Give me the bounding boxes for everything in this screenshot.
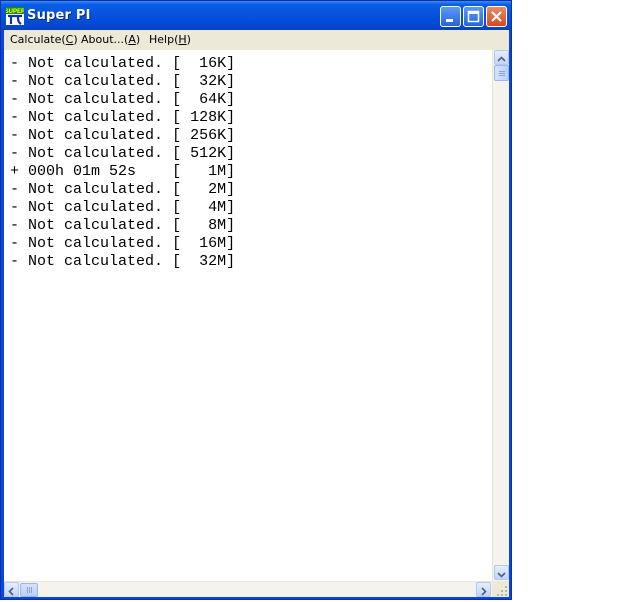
result-size: 16M bbox=[199, 235, 227, 252]
result-size: 32M bbox=[199, 253, 227, 270]
result-text: Not calculated. bbox=[28, 181, 164, 198]
result-line: - Not calculated. [ 2M] bbox=[10, 181, 236, 198]
result-status: - bbox=[10, 109, 20, 126]
menu-about[interactable]: About...(A) bbox=[81, 33, 140, 46]
result-text: 000h 01m 52s bbox=[28, 163, 137, 180]
window-title: Super PI bbox=[27, 8, 91, 23]
minimize-icon bbox=[446, 19, 453, 22]
result-text: Not calculated. bbox=[28, 145, 164, 162]
result-status: + bbox=[10, 163, 20, 180]
close-button[interactable] bbox=[486, 6, 507, 27]
horizontal-scrollbar[interactable] bbox=[4, 581, 492, 597]
result-text: Not calculated. bbox=[28, 73, 164, 90]
result-text: Not calculated. bbox=[28, 127, 164, 144]
result-size: 8M bbox=[208, 217, 227, 234]
result-status: - bbox=[10, 127, 20, 144]
result-size: 256K bbox=[190, 127, 227, 144]
vertical-scroll-thumb[interactable] bbox=[494, 65, 509, 81]
maximize-icon bbox=[467, 10, 480, 23]
result-line: - Not calculated. [ 512K] bbox=[10, 145, 236, 162]
menu-calculate[interactable]: Calculate(C) bbox=[10, 33, 78, 46]
scroll-down-button[interactable] bbox=[494, 565, 509, 580]
scroll-right-button[interactable] bbox=[476, 582, 491, 597]
scroll-left-button[interactable] bbox=[4, 582, 19, 597]
result-size: 64K bbox=[199, 91, 227, 108]
result-size: 4M bbox=[208, 199, 227, 216]
scroll-up-button[interactable] bbox=[494, 50, 509, 65]
result-line: - Not calculated. [ 32K] bbox=[10, 73, 236, 90]
results-list: - Not calculated. [ 16K] - Not calculate… bbox=[4, 50, 492, 271]
result-status: - bbox=[10, 181, 20, 198]
result-text: Not calculated. bbox=[28, 55, 164, 72]
result-line: - Not calculated. [ 16M] bbox=[10, 235, 236, 252]
result-status: - bbox=[10, 253, 20, 270]
title-bar[interactable]: SUPER Super PI bbox=[1, 1, 511, 30]
close-icon bbox=[491, 11, 502, 22]
result-text: Not calculated. bbox=[28, 217, 164, 234]
result-line: - Not calculated. [ 4M] bbox=[10, 199, 236, 216]
result-size: 16K bbox=[199, 55, 227, 72]
super-pi-window: SUPER Super PI Calculate(C) About...(A) … bbox=[0, 0, 512, 600]
result-line: - Not calculated. [ 8M] bbox=[10, 217, 236, 234]
vertical-scrollbar[interactable] bbox=[492, 50, 509, 581]
horizontal-scroll-thumb[interactable] bbox=[20, 583, 38, 597]
result-size: 32K bbox=[199, 73, 227, 90]
result-status: - bbox=[10, 217, 20, 234]
svg-text:SUPER: SUPER bbox=[6, 9, 24, 15]
result-line: + 000h 01m 52s [ 1M] bbox=[10, 163, 236, 180]
result-text: Not calculated. bbox=[28, 91, 164, 108]
result-status: - bbox=[10, 235, 20, 252]
result-status: - bbox=[10, 91, 20, 108]
result-text: Not calculated. bbox=[28, 109, 164, 126]
results-area: - Not calculated. [ 16K] - Not calculate… bbox=[4, 50, 509, 597]
minimize-button[interactable] bbox=[440, 6, 461, 27]
chevron-down-icon bbox=[497, 572, 506, 578]
super-pi-icon: SUPER bbox=[6, 7, 24, 25]
result-size: 512K bbox=[190, 145, 227, 162]
size-grip[interactable] bbox=[492, 581, 509, 597]
result-line: - Not calculated. [ 128K] bbox=[10, 109, 236, 126]
result-status: - bbox=[10, 73, 20, 90]
result-text: Not calculated. bbox=[28, 199, 164, 216]
result-status: - bbox=[10, 55, 20, 72]
chevron-right-icon bbox=[481, 587, 487, 596]
resize-grip-icon bbox=[497, 586, 507, 596]
result-text: Not calculated. bbox=[28, 235, 164, 252]
result-line: - Not calculated. [ 16K] bbox=[10, 55, 236, 72]
result-size: 2M bbox=[208, 181, 227, 198]
result-status: - bbox=[10, 199, 20, 216]
result-text: Not calculated. bbox=[28, 253, 164, 270]
result-size: 128K bbox=[190, 109, 227, 126]
result-line: - Not calculated. [ 256K] bbox=[10, 127, 236, 144]
results-text[interactable]: - Not calculated. [ 16K] - Not calculate… bbox=[4, 50, 492, 581]
result-status: - bbox=[10, 145, 20, 162]
chevron-left-icon bbox=[8, 587, 14, 596]
maximize-button[interactable] bbox=[463, 6, 484, 27]
result-line: - Not calculated. [ 32M] bbox=[10, 253, 236, 270]
result-line: - Not calculated. [ 64K] bbox=[10, 91, 236, 108]
menu-bar: Calculate(C) About...(A) Help(H) bbox=[4, 30, 509, 50]
menu-help[interactable]: Help(H) bbox=[149, 33, 191, 46]
result-size: 1M bbox=[208, 163, 227, 180]
